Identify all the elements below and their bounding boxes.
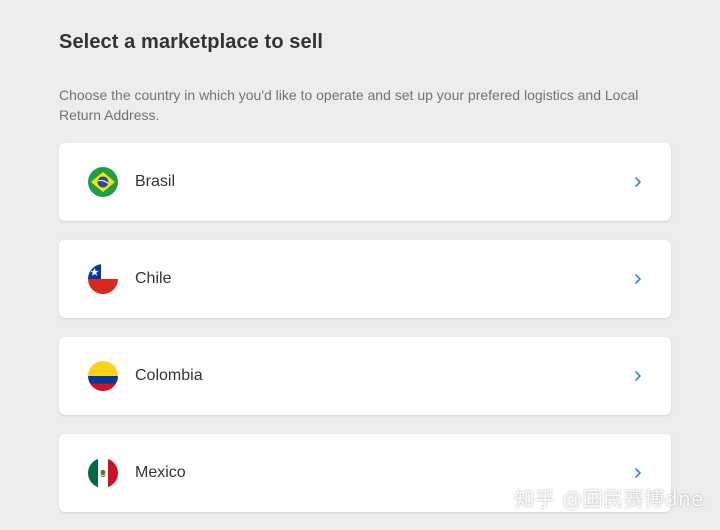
country-list: Brasil Chile Colombia Mexico (59, 143, 671, 530)
chevron-right-icon (633, 466, 643, 480)
country-option-mexico[interactable]: Mexico (59, 434, 671, 512)
country-option-chile[interactable]: Chile (59, 240, 671, 318)
chile-flag-icon (88, 264, 118, 294)
country-label: Colombia (135, 367, 203, 384)
colombia-flag-icon (88, 361, 118, 391)
mexico-flag-icon (88, 458, 118, 488)
brazil-flag-icon (88, 167, 118, 197)
country-option-colombia[interactable]: Colombia (59, 337, 671, 415)
chevron-right-icon (633, 175, 643, 189)
page-description: Choose the country in which you'd like t… (59, 87, 639, 123)
page-title: Select a marketplace to sell (59, 31, 324, 53)
chevron-right-icon (633, 369, 643, 383)
country-label: Mexico (135, 464, 186, 481)
country-label: Brasil (135, 173, 176, 190)
chevron-right-icon (633, 272, 643, 286)
country-option-brasil[interactable]: Brasil (59, 143, 671, 221)
country-label: Chile (135, 270, 172, 287)
